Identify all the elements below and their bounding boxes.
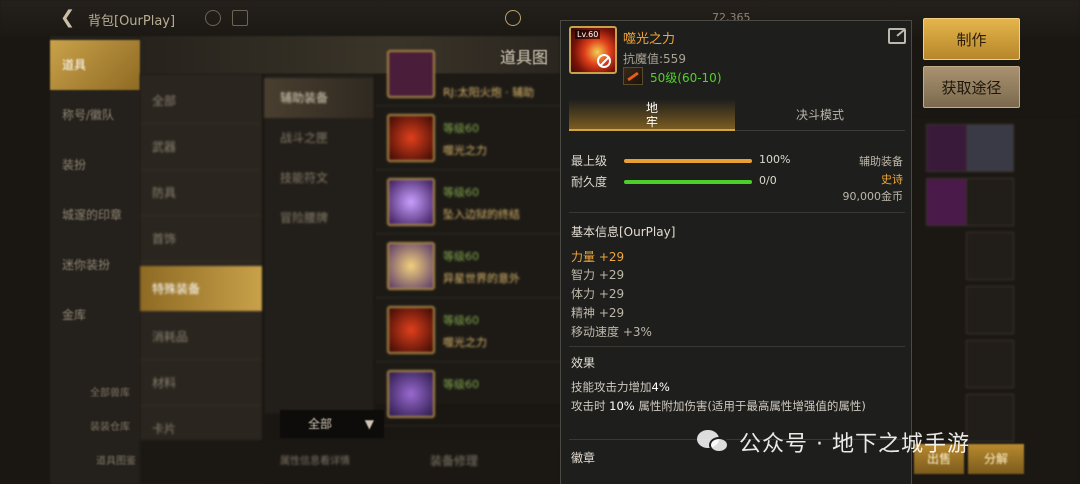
item-resist-value: 抗魔值:559 xyxy=(623,52,686,66)
item-level-range: 50级(60-10) xyxy=(650,71,722,85)
effect-line-1: 技能攻击力增加4% xyxy=(571,380,670,394)
watermark: 公众号 · 地下之城手游 xyxy=(697,422,970,462)
left-nav-item-vault[interactable]: 金库 xyxy=(50,290,140,340)
menu-icon[interactable] xyxy=(232,10,248,26)
left-nav-item-title[interactable]: 称号/徽队 xyxy=(50,90,140,140)
list-item[interactable]: 等级60 噬光之力 xyxy=(375,108,565,170)
item-tooltip: Lv.60 噬光之力 抗魔值:559 50级(60-10) 地牢 决斗模式 最上… xyxy=(560,20,912,484)
left-nav-item-seal[interactable]: 城邃的印章 xyxy=(50,190,140,240)
durability-bar xyxy=(624,180,752,184)
attr-spirit: 精神 +29 xyxy=(571,306,625,320)
category-item-support[interactable]: 辅助装备 xyxy=(264,78,374,118)
chevron-down-icon: ▼ xyxy=(364,417,374,431)
wechat-icon xyxy=(697,428,731,456)
divider xyxy=(569,212,905,213)
bottom-item-repair[interactable]: 装备修理 xyxy=(430,452,478,469)
left-bottom-item-2[interactable]: 装装仓库 xyxy=(90,418,130,433)
list-item[interactable]: 等级60 xyxy=(375,364,565,426)
inventory-slot[interactable] xyxy=(966,124,1014,172)
level-flame-icon xyxy=(623,67,643,85)
back-arrow-icon[interactable]: ❮ xyxy=(60,8,80,28)
left-nav-item-items[interactable]: 道具 xyxy=(50,40,140,90)
item-type: 辅助装备 xyxy=(859,155,903,168)
sub-nav-item-weapon[interactable]: 武器 xyxy=(140,124,262,170)
item-icon xyxy=(387,242,435,290)
sub-nav-item-special[interactable]: 特殊装备 xyxy=(140,266,262,312)
grade-bar xyxy=(624,159,752,163)
item-name: 噬光之力 xyxy=(623,32,676,47)
item-icon: Lv.60 xyxy=(569,26,617,74)
inventory-slot[interactable] xyxy=(966,178,1014,226)
category-item-adventure-badge[interactable]: 冒险腰牌 xyxy=(264,198,374,238)
item-list: RJ:太阳火炮 · 辅助 等级60 噬光之力 等级60 坠入边狱的终结 等级60… xyxy=(375,50,565,426)
inventory-slot[interactable] xyxy=(966,232,1014,280)
help-icon[interactable] xyxy=(205,10,221,26)
category-item-battle-box[interactable]: 战斗之匣 xyxy=(264,118,374,158)
item-rarity: 史诗 xyxy=(881,173,903,186)
effect-title: 效果 xyxy=(571,356,596,370)
attr-move-speed: 移动速度 +3% xyxy=(571,325,652,339)
attr-strength: 力量 +29 xyxy=(571,250,625,264)
left-bottom-item-3[interactable]: 道具图鉴 xyxy=(96,452,136,467)
divider xyxy=(569,346,905,347)
filter-dropdown[interactable]: 全部 ▼ xyxy=(280,410,384,438)
share-icon[interactable] xyxy=(888,28,906,44)
category-list: 辅助装备 战斗之匣 技能符文 冒险腰牌 xyxy=(264,74,374,414)
left-bottom-item-1[interactable]: 全部兽库 xyxy=(90,384,130,399)
list-item[interactable]: 等级60 噬光之力 xyxy=(375,300,565,362)
list-item[interactable]: 等级60 坠入边狱的终结 xyxy=(375,172,565,234)
moon-currency-icon xyxy=(505,10,521,26)
stat-value-durability: 0/0 xyxy=(759,174,777,187)
list-item[interactable]: RJ:太阳火炮 · 辅助 xyxy=(375,44,565,106)
category-item-skill-rune[interactable]: 技能符文 xyxy=(264,158,374,198)
item-icon xyxy=(387,178,435,226)
sub-nav-item-material[interactable]: 材料 xyxy=(140,360,262,406)
stat-label-grade: 最上级 xyxy=(571,154,608,168)
tooltip-tabs: 地牢 决斗模式 xyxy=(569,99,905,131)
disassemble-button[interactable]: 分解 xyxy=(968,444,1024,474)
tab-duel-mode[interactable]: 决斗模式 xyxy=(735,99,905,131)
effect-line-2: 攻击时 10% 属性附加伤害(适用于最高属性增强值的属性) xyxy=(571,399,866,413)
left-nav-item-avatar[interactable]: 装扮 xyxy=(50,140,140,190)
left-nav: 道具 称号/徽队 装扮 城邃的印章 迷你装扮 金库 xyxy=(50,36,140,484)
inventory-slot[interactable] xyxy=(966,394,1014,442)
stat-value-grade: 100% xyxy=(759,153,791,166)
bottom-item-info[interactable]: 属性信息看详情 xyxy=(280,452,350,467)
inventory-slot[interactable] xyxy=(966,286,1014,334)
no-symbol-icon xyxy=(597,54,611,68)
inventory-slot[interactable] xyxy=(966,340,1014,388)
list-item[interactable]: 等级60 异星世界的意外 xyxy=(375,236,565,298)
get-route-button[interactable]: 获取途径 xyxy=(923,66,1020,108)
item-icon-level: Lv.60 xyxy=(575,30,601,39)
item-icon xyxy=(387,370,435,418)
item-icon xyxy=(387,306,435,354)
bag-title: 背包[OurPlay] xyxy=(88,14,176,29)
attr-intelligence: 智力 +29 xyxy=(571,268,625,282)
watermark-text: 公众号 · 地下之城手游 xyxy=(739,432,970,457)
basic-info-title: 基本信息[OurPlay] xyxy=(571,225,676,239)
stat-label-durability: 耐久度 xyxy=(571,175,608,189)
sub-nav: 全部 武器 防具 首饰 特殊装备 消耗品 材料 卡片 xyxy=(140,74,262,484)
tab-dungeon[interactable]: 地牢 xyxy=(569,99,735,131)
bottom-bar: 属性信息看详情 装备修理 xyxy=(140,440,560,484)
item-price: 90,000金币 xyxy=(842,190,904,203)
make-button[interactable]: 制作 xyxy=(923,18,1020,60)
sub-nav-item-accessory[interactable]: 首饰 xyxy=(140,216,262,262)
durability-bar-fill xyxy=(624,180,752,184)
left-nav-item-mini-avatar[interactable]: 迷你装扮 xyxy=(50,240,140,290)
sub-nav-item-armor[interactable]: 防具 xyxy=(140,170,262,216)
item-icon xyxy=(387,50,435,98)
sub-nav-item-all[interactable]: 全部 xyxy=(140,78,262,124)
emblem-title: 徽章 xyxy=(571,451,596,465)
filter-label: 全部 xyxy=(308,417,333,431)
attr-vitality: 体力 +29 xyxy=(571,287,625,301)
item-icon xyxy=(387,114,435,162)
sub-nav-item-consumable[interactable]: 消耗品 xyxy=(140,314,262,360)
grade-bar-fill xyxy=(624,159,752,163)
